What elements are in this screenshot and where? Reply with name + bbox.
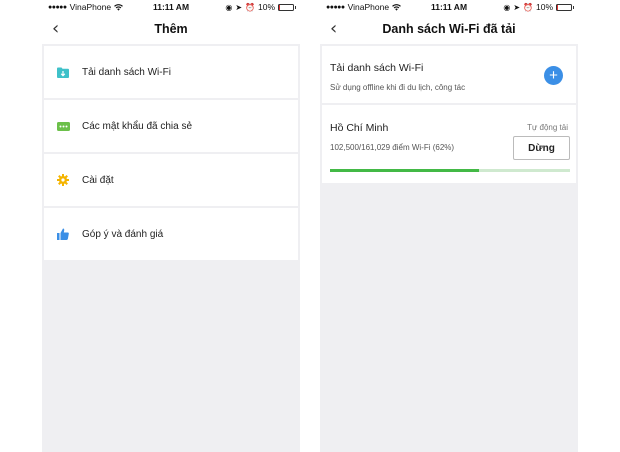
download-progress-bar: [330, 169, 570, 172]
screenshot-stage: ●●●●● VinaPhone 11:11 AM ◉ ➤ ⏰ 10% ‹ Thê…: [0, 0, 620, 452]
download-progress-fill: [330, 169, 479, 172]
download-wifi-list-card[interactable]: Tải danh sách Wi-Fi Sử dụng offline khi …: [322, 46, 576, 103]
thumbs-up-icon: [56, 227, 70, 241]
status-indicators: ◉ ➤ ⏰ 10%: [503, 2, 574, 12]
alarm-icon: ⏰: [245, 2, 255, 12]
more-screen: ●●●●● VinaPhone 11:11 AM ◉ ➤ ⏰ 10% ‹ Thê…: [42, 0, 300, 452]
download-card-title: Tải danh sách Wi-Fi: [330, 62, 424, 74]
menu-item-label: Tải danh sách Wi-Fi: [82, 66, 171, 78]
region-download-card: Hồ Chí Minh Tự động tải 102,500/161,029 …: [322, 105, 576, 183]
auto-download-label: Tự động tải: [527, 123, 568, 132]
menu-item-feedback[interactable]: Góp ý và đánh giá: [44, 208, 298, 260]
status-bar: ●●●●● VinaPhone 11:11 AM ◉ ➤ ⏰ 10%: [42, 0, 300, 14]
lock-rotation-icon: ◉: [503, 2, 511, 12]
battery-percent: 10%: [257, 2, 275, 12]
menu-item-download-wifi-list[interactable]: Tải danh sách Wi-Fi: [44, 46, 298, 98]
lock-rotation-icon: ◉: [225, 2, 233, 12]
battery-percent: 10%: [535, 2, 553, 12]
alarm-icon: ⏰: [523, 2, 533, 12]
location-icon: ➤: [235, 2, 243, 12]
more-menu: Tải danh sách Wi-Fi Các mật khẩu đã chia…: [44, 46, 298, 262]
menu-item-label: Các mật khẩu đã chia sẻ: [82, 120, 193, 132]
page-title: Thêm: [154, 22, 188, 36]
nav-bar: ‹ Thêm: [42, 14, 300, 44]
menu-item-shared-passwords[interactable]: Các mật khẩu đã chia sẻ: [44, 100, 298, 152]
status-indicators: ◉ ➤ ⏰ 10%: [225, 2, 296, 12]
battery-icon: [278, 3, 296, 11]
status-bar: ●●●●● VinaPhone 11:11 AM ◉ ➤ ⏰ 10%: [320, 0, 578, 14]
password-dots-icon: [56, 119, 70, 133]
battery-level-fill: [557, 4, 559, 10]
battery-icon: [556, 3, 574, 11]
nav-bar: ‹ Danh sách Wi-Fi đã tải: [320, 14, 578, 44]
folder-download-icon: [56, 65, 70, 79]
region-name: Hồ Chí Minh: [330, 122, 389, 134]
download-card-subtitle: Sử dụng offline khi đi du lịch, công tác: [330, 83, 466, 92]
gear-icon: [56, 173, 70, 187]
stop-button[interactable]: Dừng: [513, 136, 570, 160]
plus-icon: +: [549, 67, 558, 84]
location-icon: ➤: [513, 2, 521, 12]
download-progress-text: 102,500/161,029 điểm Wi-Fi (62%): [330, 143, 455, 152]
page-title: Danh sách Wi-Fi đã tải: [382, 22, 516, 36]
add-region-button[interactable]: +: [544, 66, 563, 85]
menu-item-settings[interactable]: Cài đặt: [44, 154, 298, 206]
battery-level-fill: [279, 4, 281, 10]
downloaded-wifi-screen: ●●●●● VinaPhone 11:11 AM ◉ ➤ ⏰ 10% ‹ Dan…: [320, 0, 578, 452]
menu-item-label: Cài đặt: [82, 174, 114, 186]
menu-item-label: Góp ý và đánh giá: [82, 228, 164, 240]
